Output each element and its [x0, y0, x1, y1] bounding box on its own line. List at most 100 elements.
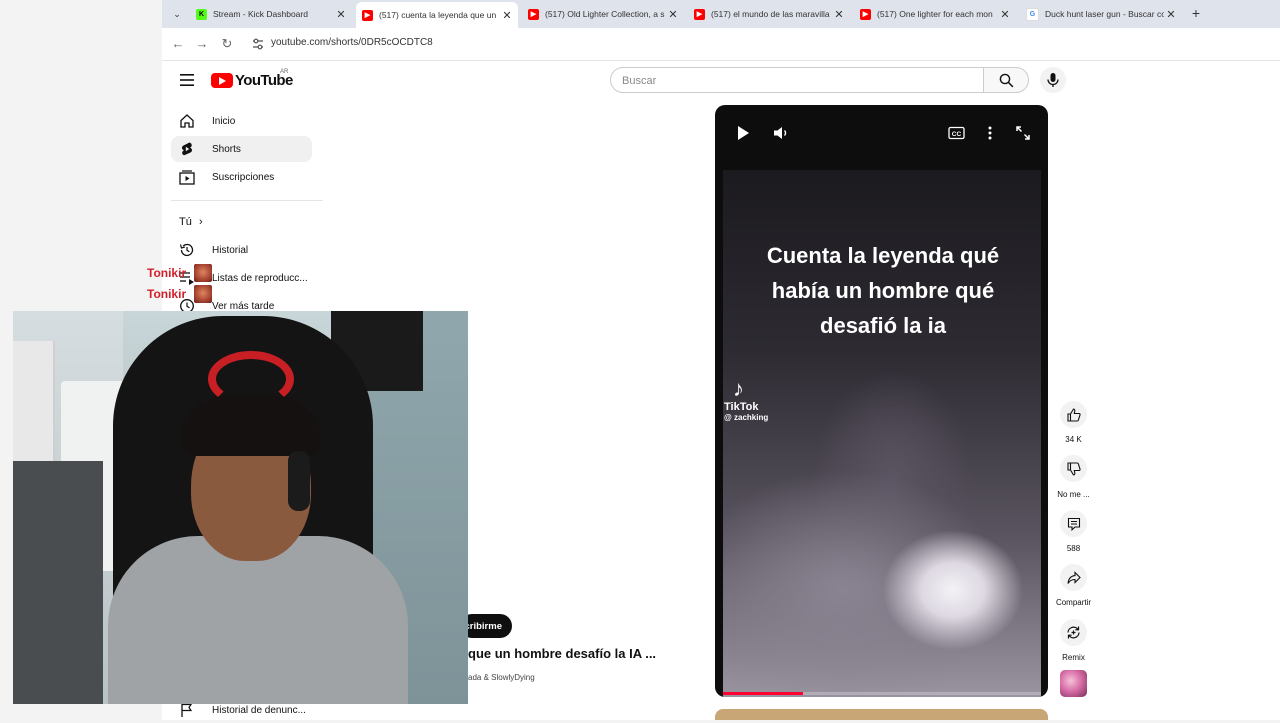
- tab-google-duck-hunt[interactable]: G Duck hunt laser gun - Buscar co ✕: [1020, 3, 1182, 25]
- tab-title: (517) One lighter for each mon: [877, 9, 993, 19]
- watermark-user: @ zachking: [724, 413, 769, 422]
- site-settings-icon[interactable]: [252, 37, 264, 51]
- home-icon: [179, 113, 195, 129]
- tab-youtube-one-lighter[interactable]: ▶ (517) One lighter for each mon ✕: [854, 3, 1016, 25]
- youtube-icon: ▶: [694, 8, 705, 20]
- sidebar-item-label: Historial de denunc...: [212, 704, 306, 716]
- share-button[interactable]: [1060, 564, 1087, 591]
- sidebar-item-listas[interactable]: Listas de reproducc...: [171, 265, 312, 291]
- tiktok-watermark: ♪ TikTok @ zachking: [724, 376, 769, 423]
- sidebar-item-label: Listas de reproducc...: [212, 272, 308, 284]
- short-sound-credit[interactable]: ada & SlowlyDying: [468, 673, 535, 682]
- sidebar-item-label: Ver más tarde: [212, 300, 275, 312]
- fullscreen-icon[interactable]: [1013, 123, 1033, 143]
- search-button[interactable]: [983, 67, 1029, 93]
- remix-icon: [1067, 626, 1080, 639]
- sidebar-item-label: Shorts: [212, 143, 241, 155]
- tab-title: (517) cuenta la leyenda que un: [379, 10, 497, 20]
- tab-kick-dashboard[interactable]: K Stream - Kick Dashboard ✕: [190, 3, 352, 25]
- tab-title: Stream - Kick Dashboard: [213, 9, 308, 19]
- close-icon[interactable]: ✕: [998, 8, 1012, 21]
- channel-avatar[interactable]: [1060, 670, 1087, 697]
- sidebar-divider: [171, 200, 323, 201]
- region-code: AR: [280, 69, 289, 75]
- tab-youtube-maravillas[interactable]: ▶ (517) el mundo de las maravilla ✕: [688, 3, 850, 25]
- forward-arrow-icon[interactable]: →: [194, 36, 210, 52]
- comment-count: 588: [1066, 544, 1081, 553]
- sidebar-item-label: Historial: [212, 244, 249, 256]
- sidebar-item-historial[interactable]: Historial: [171, 237, 312, 263]
- play-icon[interactable]: [733, 123, 753, 143]
- comment-icon: [1067, 517, 1080, 531]
- sidebar-item-suscripciones[interactable]: Suscripciones: [171, 164, 312, 190]
- dislike-label: No me ...: [1057, 490, 1090, 499]
- sidebar-item-inicio[interactable]: Inicio: [171, 108, 312, 134]
- share-label: Compartir: [1055, 598, 1092, 607]
- remix-label: Remix: [1062, 653, 1085, 662]
- thumbs-up-icon: [1066, 407, 1081, 422]
- closed-captions-icon[interactable]: CC: [946, 123, 966, 143]
- search-icon: [999, 73, 1013, 87]
- webcam-sofa: [13, 461, 103, 704]
- like-button[interactable]: [1060, 401, 1087, 428]
- search-input[interactable]: [620, 71, 974, 91]
- tab-youtube-short-active[interactable]: ▶ (517) cuenta la leyenda que un ✕: [356, 2, 518, 28]
- back-arrow-icon[interactable]: ←: [170, 36, 186, 52]
- google-icon: G: [1026, 7, 1039, 21]
- tab-title: (517) el mundo de las maravilla: [711, 9, 830, 19]
- volume-icon[interactable]: [771, 123, 791, 143]
- voice-search-button[interactable]: [1040, 67, 1066, 93]
- hamburger-menu-icon[interactable]: [179, 73, 195, 87]
- webcam-overlay: [13, 311, 468, 704]
- close-icon[interactable]: ✕: [666, 8, 680, 21]
- webcam-person-body: [108, 536, 408, 704]
- kick-icon: K: [196, 8, 207, 20]
- tab-search-chevron-icon[interactable]: ⌄: [170, 6, 184, 22]
- flag-icon: [179, 702, 195, 718]
- tab-youtube-lighter-collection[interactable]: ▶ (517) Old Lighter Collection, a s ✕: [522, 3, 684, 25]
- history-icon: [179, 242, 195, 258]
- close-icon[interactable]: ✕: [832, 8, 846, 21]
- next-short-preview[interactable]: [715, 709, 1048, 720]
- youtube-icon: ▶: [860, 8, 871, 20]
- comments-button[interactable]: [1060, 510, 1087, 537]
- close-icon[interactable]: ✕: [334, 8, 348, 21]
- webcam-headset: [288, 451, 310, 511]
- more-options-icon[interactable]: [980, 123, 1000, 143]
- sidebar-item-label: Suscripciones: [212, 171, 275, 183]
- microphone-icon: [1047, 73, 1059, 87]
- shorts-icon: [179, 141, 195, 157]
- reload-icon[interactable]: ↻: [219, 36, 235, 52]
- chat-emote-icon: [194, 285, 212, 303]
- dislike-button[interactable]: [1060, 455, 1087, 482]
- close-icon[interactable]: ✕: [500, 9, 514, 22]
- youtube-icon: ▶: [362, 9, 373, 21]
- short-title[interactable]: que un hombre desafío la IA ...: [468, 646, 656, 661]
- remix-button[interactable]: [1060, 619, 1087, 646]
- tab-title: (517) Old Lighter Collection, a s: [545, 9, 665, 19]
- watermark-brand: TikTok: [724, 401, 759, 413]
- video-caption: Cuenta la leyenda qué había un hombre qu…: [766, 243, 1000, 338]
- sidebar-item-label: Inicio: [212, 115, 236, 127]
- progress-fill: [723, 692, 803, 695]
- sidebar-section-you[interactable]: Tú: [179, 216, 192, 228]
- address-bar[interactable]: youtube.com/shorts/0DR5cOCDTC8: [271, 37, 433, 48]
- sidebar-item-shorts[interactable]: Shorts: [171, 136, 312, 162]
- svg-text:CC: CC: [951, 131, 961, 138]
- share-icon: [1066, 570, 1081, 584]
- chevron-right-icon[interactable]: ›: [199, 216, 203, 228]
- webcam-person-hair: [181, 396, 321, 456]
- webcam-shelf: [13, 341, 55, 471]
- tab-title: Duck hunt laser gun - Buscar co: [1045, 9, 1164, 19]
- youtube-icon: ▶: [528, 8, 539, 20]
- close-icon[interactable]: ✕: [1164, 8, 1178, 21]
- like-count: 34 K: [1065, 435, 1082, 444]
- thumbs-down-icon: [1066, 461, 1081, 476]
- tiktok-logo-icon: ♪: [733, 376, 744, 401]
- youtube-play-icon: [211, 73, 233, 88]
- subscriptions-icon: [179, 169, 195, 185]
- new-tab-plus-icon[interactable]: +: [1188, 5, 1204, 21]
- chat-username: Tonikir: [147, 287, 187, 301]
- chat-username: Tonikir: [147, 266, 187, 280]
- chat-emote-icon: [194, 264, 212, 282]
